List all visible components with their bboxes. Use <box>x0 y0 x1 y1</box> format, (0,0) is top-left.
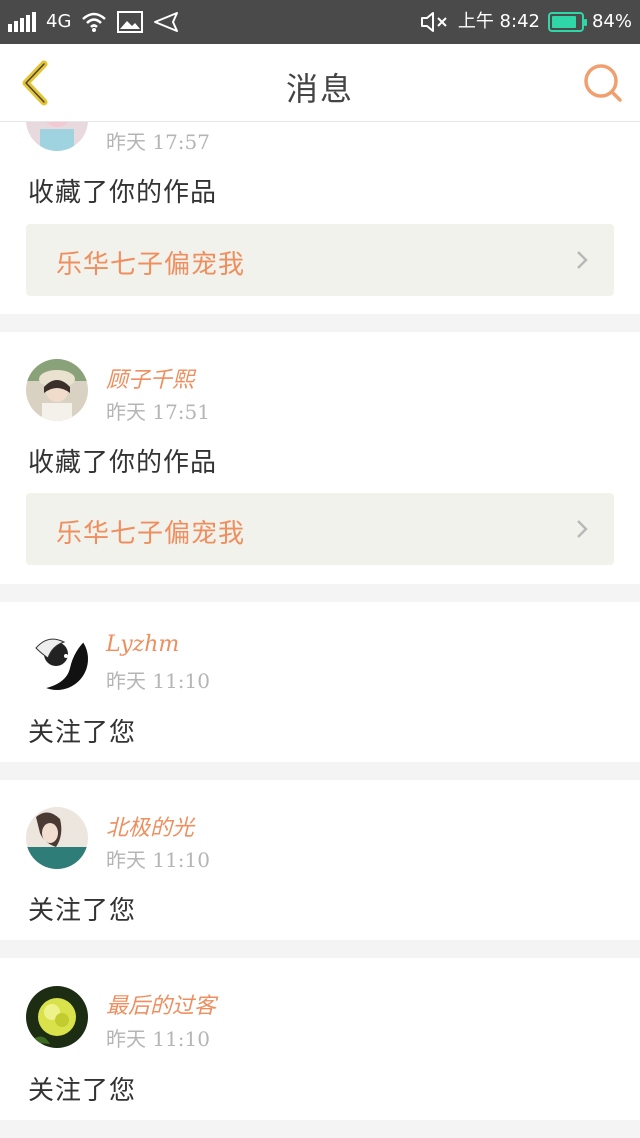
page-title: 消息 <box>285 70 354 108</box>
wifi-icon <box>82 12 107 32</box>
username[interactable]: 北极的光 <box>106 810 194 842</box>
timestamp: 昨天 11:10 <box>106 1027 210 1051</box>
avatar[interactable] <box>26 628 88 690</box>
chevron-right-icon <box>577 251 588 269</box>
status-time: 上午 8:42 <box>457 11 540 32</box>
message-text: 关注了您 <box>28 1076 137 1106</box>
image-notification-icon <box>117 11 144 33</box>
timestamp: 昨天 17:51 <box>106 400 210 424</box>
status-bar: 4G 上午 8:42 84% <box>0 0 640 44</box>
work-link[interactable]: 乐华七子偏宠我 <box>26 224 614 296</box>
avatar[interactable] <box>26 986 88 1048</box>
message-list[interactable]: 昨天 17:57 收藏了你的作品 乐华七子偏宠我 顾子千熙 昨天 17:51 收… <box>0 122 640 1138</box>
message-card[interactable]: 最后的过客 昨天 11:10 关注了您 <box>0 958 640 1120</box>
status-bar-left: 4G <box>8 10 179 34</box>
mute-icon <box>420 12 447 32</box>
send-icon <box>154 12 179 32</box>
avatar[interactable] <box>26 807 88 869</box>
message-card[interactable]: 北极的光 昨天 11:10 关注了您 <box>0 780 640 940</box>
network-type: 4G <box>46 11 72 32</box>
username[interactable]: 顾子千熙 <box>106 362 194 394</box>
battery-icon <box>547 12 587 32</box>
work-title: 乐华七子偏宠我 <box>56 519 246 549</box>
search-icon[interactable] <box>582 62 624 104</box>
username[interactable]: Lyzhm <box>106 632 179 657</box>
message-text: 收藏了你的作品 <box>28 178 218 208</box>
username[interactable]: 最后的过客 <box>106 988 216 1020</box>
message-card[interactable]: Lyzhm 昨天 11:10 关注了您 <box>0 602 640 762</box>
message-text: 关注了您 <box>28 896 137 926</box>
work-title: 乐华七子偏宠我 <box>56 250 246 280</box>
message-text: 收藏了你的作品 <box>28 448 218 478</box>
battery-percent: 84% <box>591 11 632 32</box>
avatar[interactable] <box>26 359 88 421</box>
message-card[interactable]: 顾子千熙 昨天 17:51 收藏了你的作品 乐华七子偏宠我 <box>0 332 640 584</box>
avatar[interactable] <box>26 122 88 151</box>
work-link[interactable]: 乐华七子偏宠我 <box>26 493 614 565</box>
chevron-right-icon <box>577 520 588 538</box>
app-header: 消息 <box>0 44 640 122</box>
signal-icon <box>8 12 36 32</box>
message-text: 关注了您 <box>28 718 137 748</box>
message-card[interactable]: 昨天 17:57 收藏了你的作品 乐华七子偏宠我 <box>0 122 640 314</box>
timestamp: 昨天 17:57 <box>106 130 210 154</box>
timestamp: 昨天 11:10 <box>106 669 210 693</box>
timestamp: 昨天 11:10 <box>106 848 210 872</box>
status-bar-right: 上午 8:42 84% <box>420 10 632 34</box>
